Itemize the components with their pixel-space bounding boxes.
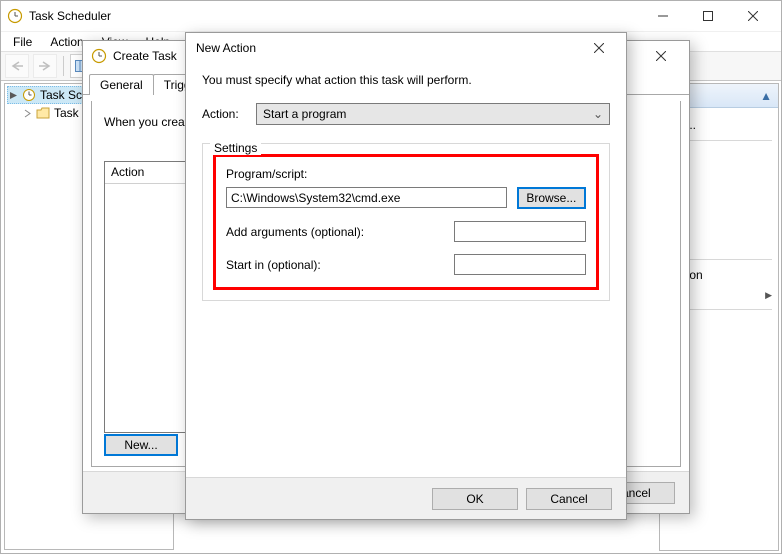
clock-icon bbox=[91, 48, 107, 64]
chevron-right-icon: ▶ bbox=[765, 290, 772, 301]
toolbar-separator bbox=[63, 56, 64, 76]
main-titlebar[interactable]: Task Scheduler bbox=[1, 1, 781, 31]
arguments-input[interactable] bbox=[454, 221, 586, 242]
new-action-titlebar[interactable]: New Action bbox=[186, 33, 626, 63]
settings-group: Program/script: Browse... Add arguments … bbox=[202, 143, 610, 301]
settings-label: Settings bbox=[210, 141, 261, 155]
chevron-down-icon: ⌄ bbox=[593, 107, 603, 121]
highlight-box: Program/script: Browse... Add arguments … bbox=[213, 154, 599, 290]
maximize-button[interactable] bbox=[685, 2, 730, 30]
close-button[interactable] bbox=[730, 2, 775, 30]
forward-button[interactable] bbox=[33, 54, 57, 78]
action-label: Action: bbox=[202, 107, 256, 121]
arguments-label: Add arguments (optional): bbox=[226, 225, 364, 239]
new-button[interactable]: New... bbox=[104, 434, 178, 456]
action-dropdown[interactable]: Start a program ⌄ bbox=[256, 103, 610, 125]
folder-icon bbox=[36, 107, 50, 119]
ok-button[interactable]: OK bbox=[432, 488, 518, 510]
cancel-button[interactable]: Cancel bbox=[526, 488, 612, 510]
tab-general[interactable]: General bbox=[89, 74, 154, 95]
dialog-description: You must specify what action this task w… bbox=[202, 73, 610, 87]
new-action-footer: OK Cancel bbox=[186, 477, 626, 519]
action-dropdown-value: Start a program bbox=[263, 107, 346, 121]
program-input[interactable] bbox=[226, 187, 507, 208]
expand-icon[interactable] bbox=[23, 109, 32, 118]
minimize-button[interactable] bbox=[640, 2, 685, 30]
expand-icon[interactable] bbox=[9, 91, 18, 100]
new-action-dialog: New Action You must specify what action … bbox=[185, 32, 627, 520]
close-button[interactable] bbox=[641, 44, 681, 68]
new-action-body: You must specify what action this task w… bbox=[186, 63, 626, 301]
startin-label: Start in (optional): bbox=[226, 258, 321, 272]
collapse-icon[interactable]: ▲ bbox=[760, 89, 772, 103]
clock-icon bbox=[7, 8, 23, 24]
clock-icon bbox=[22, 88, 36, 102]
menu-file[interactable]: File bbox=[5, 33, 40, 51]
browse-button[interactable]: Browse... bbox=[517, 187, 586, 209]
back-button[interactable] bbox=[5, 54, 29, 78]
new-action-title: New Action bbox=[196, 41, 256, 55]
main-title: Task Scheduler bbox=[29, 9, 640, 23]
startin-input[interactable] bbox=[454, 254, 586, 275]
program-label: Program/script: bbox=[226, 167, 586, 181]
close-button[interactable] bbox=[582, 37, 616, 59]
